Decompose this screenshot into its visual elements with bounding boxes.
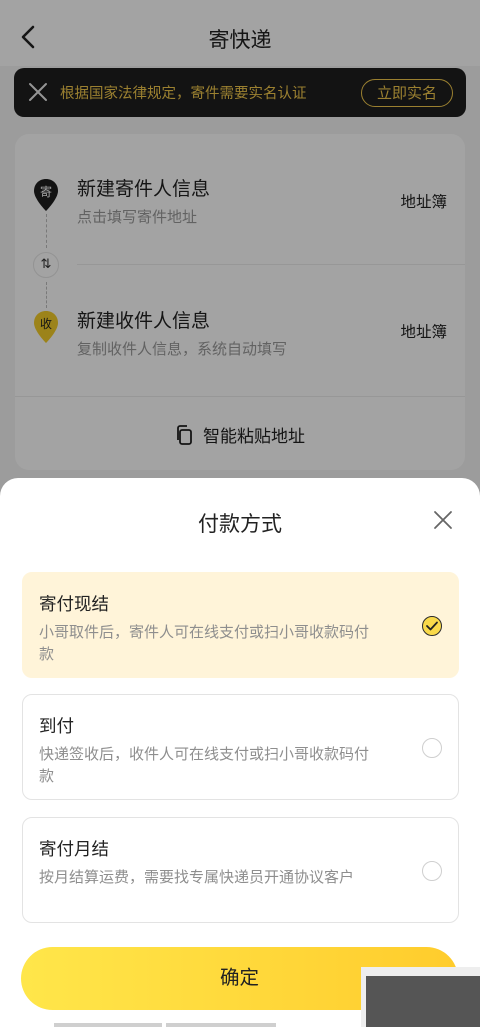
option-title: 到付 xyxy=(39,717,74,737)
payment-option-monthly[interactable]: 寄付月结 按月结算运费，需要找专属快递员开通协议客户 xyxy=(22,817,459,923)
sheet-title: 付款方式 xyxy=(198,512,282,536)
payment-option-prepaid[interactable]: 寄付现结 小哥取件后，寄件人可在线支付或扫小哥收款码付款 xyxy=(22,572,459,678)
option-title: 寄付月结 xyxy=(39,840,109,860)
bottom-strip xyxy=(166,1023,276,1027)
radio-icon[interactable] xyxy=(422,738,442,758)
option-title: 寄付现结 xyxy=(39,595,109,615)
close-icon[interactable] xyxy=(433,510,453,530)
option-description: 按月结算运费，需要找专属快递员开通协议客户 xyxy=(39,868,355,886)
radio-icon[interactable] xyxy=(422,861,442,881)
bottom-strip xyxy=(54,1023,162,1027)
corner-block-inner xyxy=(366,976,480,1027)
option-description: 小哥取件后，寄件人可在线支付或扫小哥收款码付款 xyxy=(39,623,370,663)
check-icon[interactable] xyxy=(422,616,442,636)
option-description: 快递签收后，收件人可在线支付或扫小哥收款码付款 xyxy=(39,745,370,785)
payment-option-cod[interactable]: 到付 快递签收后，收件人可在线支付或扫小哥收款码付款 xyxy=(22,694,459,800)
